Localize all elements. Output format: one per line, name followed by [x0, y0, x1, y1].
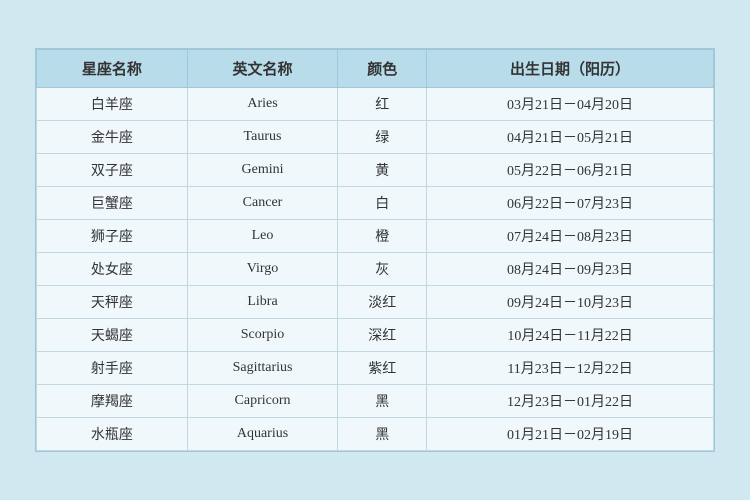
table-row: 天秤座Libra淡红09月24日－10月23日 — [37, 286, 714, 319]
cell-row1-col2: 绿 — [338, 121, 427, 154]
cell-row2-col0: 双子座 — [37, 154, 188, 187]
cell-row6-col3: 09月24日－10月23日 — [427, 286, 714, 319]
header-english-name: 英文名称 — [187, 50, 338, 88]
cell-row10-col3: 01月21日－02月19日 — [427, 418, 714, 451]
cell-row2-col3: 05月22日－06月21日 — [427, 154, 714, 187]
cell-row6-col0: 天秤座 — [37, 286, 188, 319]
cell-row5-col3: 08月24日－09月23日 — [427, 253, 714, 286]
table-row: 射手座Sagittarius紫红11月23日－12月22日 — [37, 352, 714, 385]
cell-row0-col1: Aries — [187, 88, 338, 121]
cell-row5-col0: 处女座 — [37, 253, 188, 286]
cell-row4-col0: 狮子座 — [37, 220, 188, 253]
table-row: 水瓶座Aquarius黑01月21日－02月19日 — [37, 418, 714, 451]
cell-row9-col0: 摩羯座 — [37, 385, 188, 418]
zodiac-table-container: 星座名称 英文名称 颜色 出生日期（阳历） 白羊座Aries红03月21日－04… — [35, 48, 715, 452]
header-chinese-name: 星座名称 — [37, 50, 188, 88]
table-body: 白羊座Aries红03月21日－04月20日金牛座Taurus绿04月21日－0… — [37, 88, 714, 451]
cell-row7-col3: 10月24日－11月22日 — [427, 319, 714, 352]
cell-row3-col1: Cancer — [187, 187, 338, 220]
table-row: 巨蟹座Cancer白06月22日－07月23日 — [37, 187, 714, 220]
table-header-row: 星座名称 英文名称 颜色 出生日期（阳历） — [37, 50, 714, 88]
cell-row8-col2: 紫红 — [338, 352, 427, 385]
header-color: 颜色 — [338, 50, 427, 88]
cell-row8-col1: Sagittarius — [187, 352, 338, 385]
cell-row0-col2: 红 — [338, 88, 427, 121]
cell-row9-col2: 黑 — [338, 385, 427, 418]
cell-row4-col1: Leo — [187, 220, 338, 253]
cell-row4-col3: 07月24日－08月23日 — [427, 220, 714, 253]
cell-row10-col1: Aquarius — [187, 418, 338, 451]
cell-row9-col3: 12月23日－01月22日 — [427, 385, 714, 418]
cell-row3-col0: 巨蟹座 — [37, 187, 188, 220]
table-row: 金牛座Taurus绿04月21日－05月21日 — [37, 121, 714, 154]
table-row: 双子座Gemini黄05月22日－06月21日 — [37, 154, 714, 187]
cell-row6-col2: 淡红 — [338, 286, 427, 319]
cell-row1-col1: Taurus — [187, 121, 338, 154]
cell-row1-col0: 金牛座 — [37, 121, 188, 154]
cell-row10-col2: 黑 — [338, 418, 427, 451]
cell-row7-col1: Scorpio — [187, 319, 338, 352]
cell-row8-col3: 11月23日－12月22日 — [427, 352, 714, 385]
cell-row6-col1: Libra — [187, 286, 338, 319]
cell-row3-col3: 06月22日－07月23日 — [427, 187, 714, 220]
cell-row0-col3: 03月21日－04月20日 — [427, 88, 714, 121]
table-row: 狮子座Leo橙07月24日－08月23日 — [37, 220, 714, 253]
cell-row8-col0: 射手座 — [37, 352, 188, 385]
table-row: 天蝎座Scorpio深红10月24日－11月22日 — [37, 319, 714, 352]
cell-row7-col0: 天蝎座 — [37, 319, 188, 352]
table-row: 白羊座Aries红03月21日－04月20日 — [37, 88, 714, 121]
cell-row5-col2: 灰 — [338, 253, 427, 286]
cell-row7-col2: 深红 — [338, 319, 427, 352]
cell-row5-col1: Virgo — [187, 253, 338, 286]
cell-row3-col2: 白 — [338, 187, 427, 220]
zodiac-table: 星座名称 英文名称 颜色 出生日期（阳历） 白羊座Aries红03月21日－04… — [36, 49, 714, 451]
cell-row1-col3: 04月21日－05月21日 — [427, 121, 714, 154]
cell-row2-col1: Gemini — [187, 154, 338, 187]
header-birthdate: 出生日期（阳历） — [427, 50, 714, 88]
cell-row9-col1: Capricorn — [187, 385, 338, 418]
table-row: 处女座Virgo灰08月24日－09月23日 — [37, 253, 714, 286]
cell-row4-col2: 橙 — [338, 220, 427, 253]
table-row: 摩羯座Capricorn黑12月23日－01月22日 — [37, 385, 714, 418]
cell-row2-col2: 黄 — [338, 154, 427, 187]
cell-row10-col0: 水瓶座 — [37, 418, 188, 451]
cell-row0-col0: 白羊座 — [37, 88, 188, 121]
